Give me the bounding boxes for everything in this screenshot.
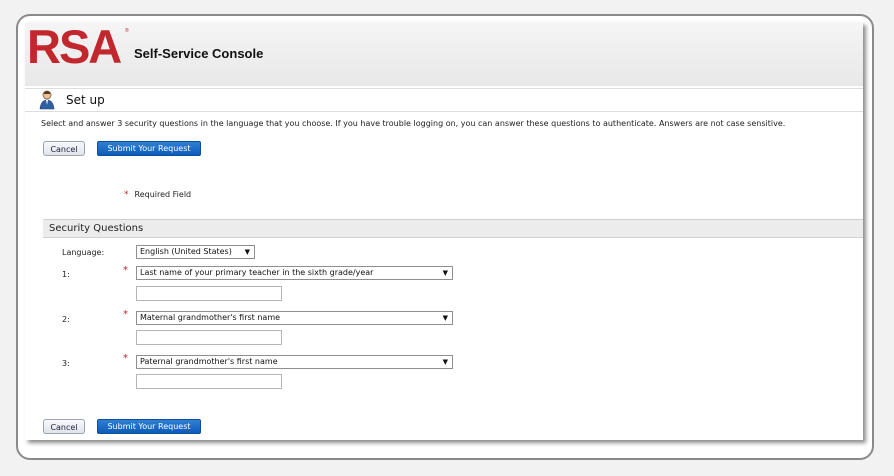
question-3-answer-input[interactable] [136,374,282,389]
required-field-label: Required Field [134,190,192,199]
question-2-label: 2: [62,315,70,324]
cancel-button-top[interactable]: Cancel [43,141,85,156]
question-2-required-marker: * [123,309,128,320]
question-3-select[interactable]: Paternal grandmother's first name ▼ [136,355,453,369]
question-1-label: 1: [62,270,70,279]
registered-mark: ® [125,28,129,34]
question-2-select[interactable]: Maternal grandmother's first name ▼ [136,311,453,325]
question-1-required-marker: * [123,265,128,276]
page-title-bar: Set up [25,88,863,112]
submit-button-top[interactable]: Submit Your Request [97,141,201,156]
instructions-text: Select and answer 3 security questions i… [41,119,786,128]
chevron-down-icon: ▼ [244,248,250,256]
question-2-value: Maternal grandmother's first name [140,313,281,322]
section-title: Security Questions [49,223,144,234]
chevron-down-icon: ▼ [442,314,448,322]
chevron-down-icon: ▼ [442,269,448,277]
question-2-answer-input[interactable] [136,330,282,345]
required-marker: * [124,190,129,200]
console-panel: RSA ® Self-Service Console Set up Select… [25,22,863,440]
question-1-select[interactable]: Last name of your primary teacher in the… [136,266,453,280]
user-icon [39,90,55,110]
app-header: RSA ® Self-Service Console [25,22,863,86]
question-3-value: Paternal grandmother's first name [140,357,278,366]
language-select-value: English (United States) [140,247,232,256]
language-select[interactable]: English (United States) ▼ [136,245,255,259]
rsa-logo: RSA [27,22,122,73]
question-3-required-marker: * [123,353,128,364]
logo-text: RSA [27,22,122,73]
security-questions-header: Security Questions [43,219,863,238]
page-title: Set up [66,93,105,107]
submit-button-bottom[interactable]: Submit Your Request [97,419,201,434]
required-field-note: * Required Field [124,190,191,200]
question-1-value: Last name of your primary teacher in the… [140,268,374,277]
chevron-down-icon: ▼ [442,358,448,366]
question-3-label: 3: [62,359,70,368]
question-1-answer-input[interactable] [136,286,282,301]
language-label: Language: [62,248,105,257]
cancel-button-bottom[interactable]: Cancel [43,419,85,434]
app-title: Self-Service Console [134,46,264,61]
